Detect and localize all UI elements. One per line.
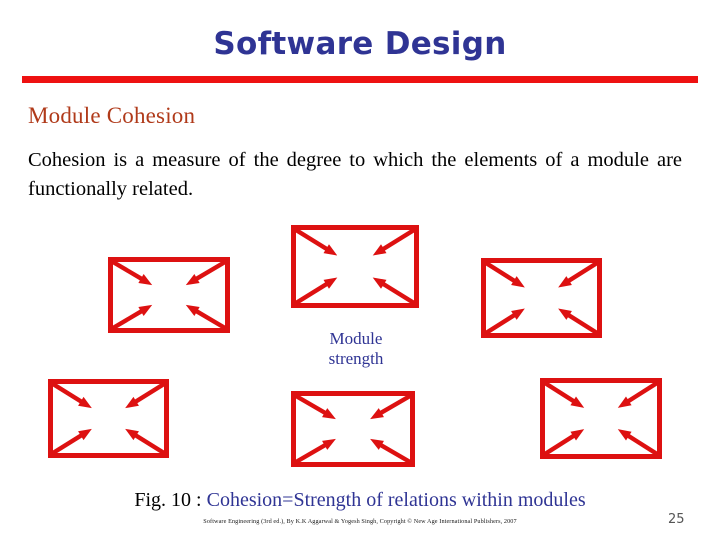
arrow-from-bottom-left <box>294 438 336 464</box>
arrow-from-bottom-right <box>125 428 166 455</box>
title-divider-rule <box>22 76 698 83</box>
arrow-from-bottom-right <box>185 304 227 330</box>
arrow-from-top-right <box>185 260 227 286</box>
figure-caption: Fig. 10 : Cohesion=Strength of relations… <box>0 489 720 512</box>
slide-title-area: Software Design <box>0 28 720 61</box>
figure-number: Fig. 10 : <box>134 489 207 511</box>
module-rectangle <box>291 225 419 308</box>
page-title: Software Design <box>213 26 507 62</box>
arrow-from-top-left <box>111 260 153 286</box>
module-box-bottom-left <box>48 379 169 458</box>
arrow-from-bottom-left <box>294 277 338 305</box>
arrow-from-top-right <box>558 261 599 288</box>
arrow-from-top-left <box>294 394 336 420</box>
module-rectangle <box>540 378 662 459</box>
figure-caption-text: Cohesion=Strength of relations within mo… <box>206 489 586 511</box>
arrow-from-top-left <box>51 382 92 409</box>
arrow-from-top-left <box>543 381 585 408</box>
arrow-from-top-right <box>125 382 166 409</box>
module-box-bottom-right <box>540 378 662 459</box>
arrow-from-bottom-left <box>111 304 153 330</box>
module-strength-label: Module strength <box>296 329 416 369</box>
arrow-from-bottom-right <box>558 308 599 335</box>
arrow-from-bottom-right <box>372 277 416 305</box>
module-rectangle <box>108 257 230 333</box>
arrow-from-bottom-left <box>51 428 92 455</box>
source-citation: Software Engineering (3rd ed.), By K.K A… <box>203 518 517 525</box>
module-rectangle <box>481 258 602 338</box>
arrow-from-top-left <box>294 228 338 256</box>
arrow-from-top-right <box>372 228 416 256</box>
arrow-from-bottom-right <box>617 429 659 456</box>
module-box-top-right <box>481 258 602 338</box>
module-rectangle <box>291 391 415 467</box>
module-box-top-left <box>108 257 230 333</box>
arrow-from-bottom-right <box>370 438 412 464</box>
module-strength-label-line1: Module <box>329 329 383 348</box>
arrow-from-bottom-left <box>543 429 585 456</box>
section-heading: Module Cohesion <box>28 103 196 128</box>
module-rectangle <box>48 379 169 458</box>
body-paragraph: Cohesion is a measure of the degree to w… <box>28 149 682 200</box>
arrow-from-top-left <box>484 261 525 288</box>
page-number: 25 <box>668 512 685 527</box>
arrow-from-top-right <box>370 394 412 420</box>
slide-canvas: Software Design Module Cohesion Cohesion… <box>0 0 720 540</box>
arrow-from-top-right <box>617 381 659 408</box>
module-strength-label-line2: strength <box>328 349 384 368</box>
module-box-top-center <box>291 225 419 308</box>
module-box-bottom-center <box>291 391 415 467</box>
arrow-from-bottom-left <box>484 308 525 335</box>
